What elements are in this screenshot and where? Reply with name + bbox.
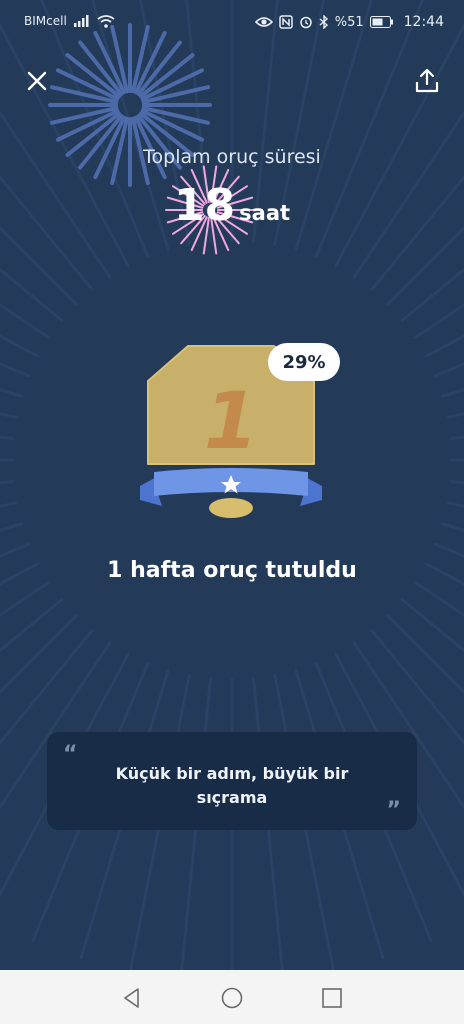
- background-ray: [0, 362, 31, 378]
- badge-number: 1: [204, 377, 258, 467]
- home-button[interactable]: [220, 986, 244, 1010]
- quote-open-icon: “: [63, 742, 78, 767]
- background-ray: [433, 362, 464, 378]
- recents-button[interactable]: [320, 986, 344, 1010]
- signal-icon: [73, 15, 89, 27]
- background-ray: [441, 388, 464, 398]
- total-fasting-value: 18 saat: [0, 180, 464, 231]
- battery-icon: [369, 16, 393, 28]
- recents-icon: [322, 988, 342, 1008]
- quote-close-icon: ”: [386, 798, 401, 823]
- close-icon: [27, 71, 47, 91]
- share-button[interactable]: [412, 66, 442, 96]
- home-icon: [221, 987, 243, 1009]
- background-ray: [0, 388, 23, 398]
- share-icon: [415, 68, 439, 93]
- progress-badge: 29%: [268, 343, 340, 381]
- wifi-icon: [97, 14, 115, 28]
- status-bar: BIMcell %51 12:44: [0, 0, 464, 44]
- back-icon: [124, 988, 139, 1008]
- total-hours-number: 18: [173, 180, 236, 231]
- system-nav-bar: [0, 970, 464, 1024]
- total-hours-unit: saat: [239, 201, 291, 225]
- back-button[interactable]: [120, 986, 144, 1010]
- alarm-icon: [299, 16, 312, 29]
- close-button[interactable]: [22, 66, 52, 96]
- total-fasting-label: Toplam oruç süresi: [143, 146, 321, 168]
- eye-icon: [254, 17, 273, 27]
- nfc-icon: [278, 15, 293, 29]
- carrier-name: BIMcell: [24, 14, 67, 28]
- clock-time: 12:44: [403, 14, 444, 30]
- quote-text: Küçük bir adım, büyük bir sıçrama: [115, 764, 349, 807]
- quote-card: “ Küçük bir adım, büyük bir sıçrama ”: [47, 732, 417, 830]
- milestone-title: 1 hafta oruç tutuldu: [107, 558, 357, 583]
- battery-percent: %51: [334, 14, 364, 30]
- bluetooth-icon: [319, 15, 328, 29]
